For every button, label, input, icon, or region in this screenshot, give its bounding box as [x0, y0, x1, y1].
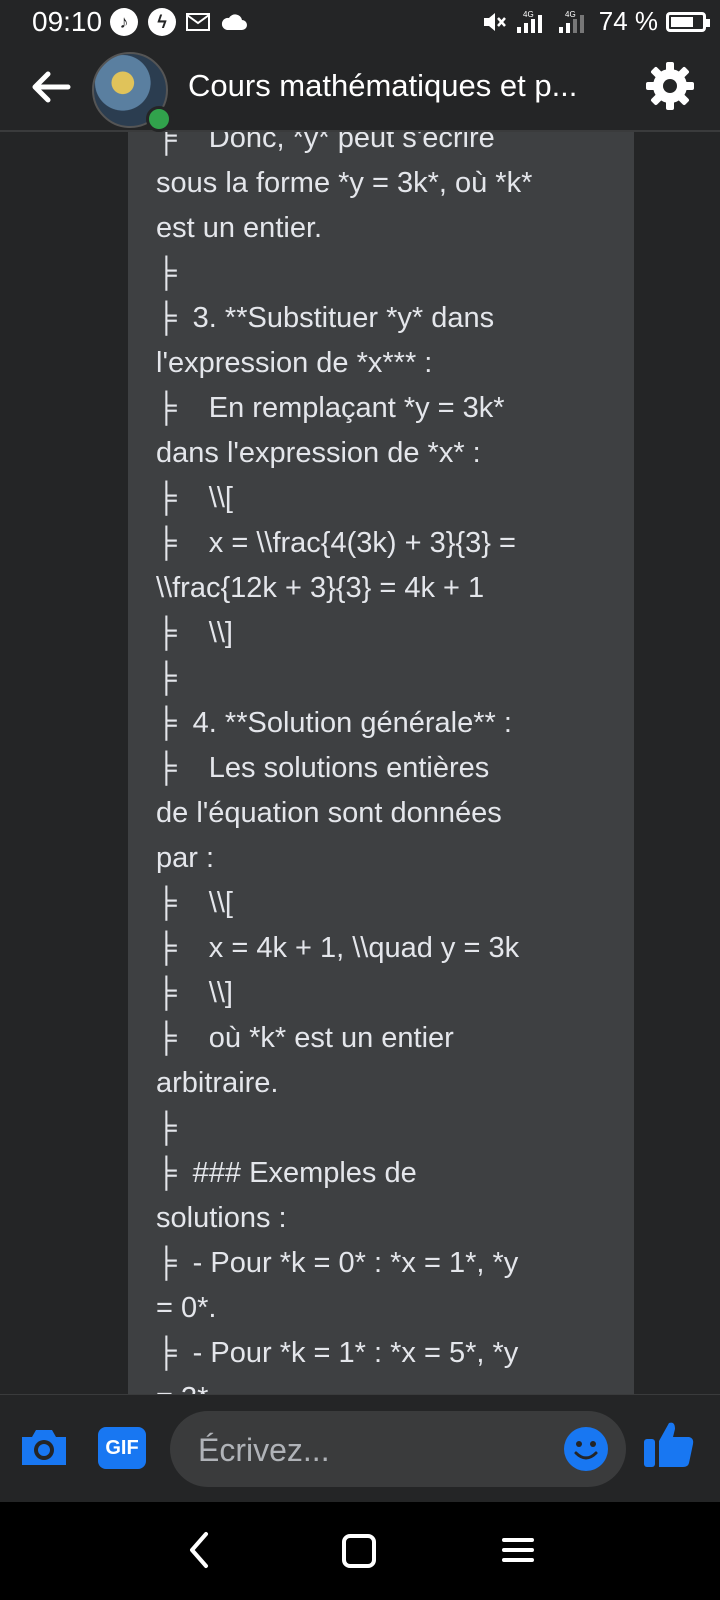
mail-icon [186, 13, 210, 31]
message-text: ╞ Donc, *y* peut s'écrire sous la forme *… [156, 132, 604, 1394]
nav-back-icon[interactable] [180, 1530, 220, 1570]
system-status: 4G 4G 74 % [481, 6, 710, 37]
thumbs-up-icon[interactable] [642, 1417, 696, 1471]
gear-icon[interactable] [642, 58, 698, 114]
battery-icon [666, 11, 710, 32]
message-line: ╞ \\[ [156, 887, 233, 919]
message-line: ╞ 3. **Substituer *y* dans [156, 302, 495, 334]
message-line: ╞ \\] [156, 617, 233, 649]
cloud-icon [221, 14, 247, 30]
message-line: = 0*. [156, 1292, 217, 1324]
message-line: ╞ [156, 257, 177, 289]
message-line: de l'équation sont données [156, 797, 502, 829]
message-line: ╞ 4. **Solution générale** : [156, 707, 512, 739]
message-line: ╞ x = 4k + 1, \\quad y = 3k [156, 932, 520, 964]
message-line: ╞ - Pour *k = 1* : *x = 5*, *y [156, 1337, 519, 1369]
notification-icons: ♪ ϟ [110, 8, 248, 36]
svg-text:4G: 4G [565, 10, 576, 19]
message-line: l'expression de *x*** : [156, 347, 433, 379]
message-line: arbitraire. [156, 1067, 279, 1099]
signal-4g-icon: 4G [516, 10, 542, 33]
message-line: sous la forme *y = 3k*, où *k* [156, 167, 533, 199]
message-line: ╞ Donc, *y* peut s'écrire [156, 132, 495, 154]
message-line: = 3*. [156, 1376, 604, 1394]
online-status-dot [146, 106, 172, 132]
conversation-title[interactable]: Cours mathématiques et p... [188, 68, 618, 104]
camera-icon[interactable] [18, 1425, 70, 1469]
message-line: ╞ En remplaçant *y = 3k* [156, 392, 505, 424]
message-input[interactable] [196, 1427, 540, 1473]
tiktok-icon: ♪ [110, 8, 138, 36]
mute-icon [483, 12, 506, 31]
conversation-header: Cours mathématiques et p... [0, 46, 720, 132]
message-line: ╞ où *k* est un entier [156, 1022, 454, 1054]
system-navigation-bar [0, 1502, 720, 1600]
nav-menu-icon[interactable] [500, 1532, 536, 1568]
message-line: solutions : [156, 1202, 287, 1234]
battery-percent: 74 % [598, 6, 658, 36]
message-line: dans l'expression de *x* : [156, 437, 481, 469]
messenger-icon: ϟ [148, 8, 176, 36]
message-line: ╞ Les solutions entières [156, 752, 490, 784]
message-line: est un entier. [156, 212, 323, 244]
smiley-icon[interactable] [562, 1425, 610, 1473]
message-list[interactable]: ╞ Donc, *y* peut s'écrire sous la forme *… [0, 132, 720, 1394]
message-line: \\frac{12k + 3}{3} = 4k + 1 [156, 572, 485, 604]
message-line: ╞ \\] [156, 977, 233, 1009]
message-line: ╞ [156, 662, 177, 694]
status-bar: 09:10 ♪ ϟ 4G 4G 74 % [0, 0, 720, 46]
status-time: 09:10 [32, 6, 103, 37]
message-line: ╞ \\[ [156, 482, 233, 514]
message-input-wrapper [170, 1411, 626, 1487]
message-line: ╞ - Pour *k = 0* : *x = 1*, *y [156, 1247, 519, 1279]
signal-4g-icon-2: 4G [558, 10, 584, 33]
svg-text:4G: 4G [523, 10, 534, 19]
nav-home-icon[interactable] [342, 1534, 376, 1568]
message-line: par : [156, 842, 215, 874]
message-line: ╞ ### Exemples de [156, 1157, 417, 1189]
back-button[interactable] [26, 62, 76, 112]
battery-level [671, 16, 693, 27]
gif-button[interactable]: GIF [98, 1427, 146, 1469]
message-line: ╞ x = \\frac{4(3k) + 3}{3} = [156, 527, 516, 559]
composer-bar: GIF [0, 1394, 720, 1503]
message-line: ╞ [156, 1112, 177, 1144]
